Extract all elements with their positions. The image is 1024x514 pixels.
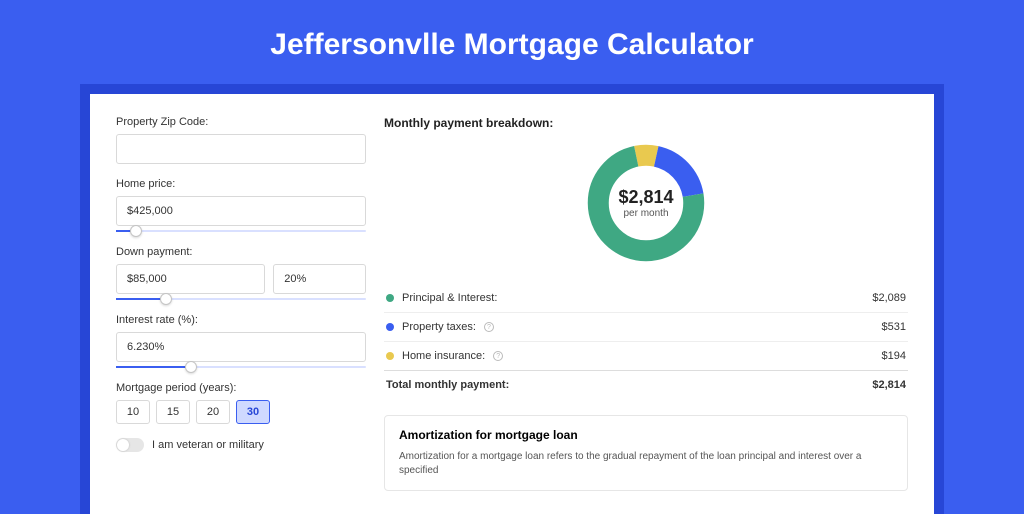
down-payment-slider-thumb[interactable] [160,293,172,305]
period-option-15[interactable]: 15 [156,400,190,424]
breakdown-value-ins: $194 [882,350,906,362]
veteran-label: I am veteran or military [152,439,264,451]
breakdown-row-pi: Principal & Interest: $2,089 [384,284,908,312]
content-band: Property Zip Code: Home price: Down paym… [80,84,944,514]
legend-dot-tax [386,323,394,331]
period-field: Mortgage period (years): 10152030 [116,382,366,424]
zip-label: Property Zip Code: [116,116,366,128]
home-price-label: Home price: [116,178,366,190]
home-price-field: Home price: [116,178,366,232]
info-icon[interactable]: ? [493,351,503,361]
donut-sub: per month [623,208,668,219]
down-payment-amount-input[interactable] [116,264,265,294]
breakdown-label-pi: Principal & Interest: [402,292,497,304]
interest-label: Interest rate (%): [116,314,366,326]
zip-field: Property Zip Code: [116,116,366,164]
breakdown-row-ins: Home insurance:? $194 [384,341,908,370]
down-payment-label: Down payment: [116,246,366,258]
period-option-10[interactable]: 10 [116,400,150,424]
veteran-toggle[interactable] [116,438,144,452]
breakdown-title: Monthly payment breakdown: [384,116,908,130]
home-price-slider[interactable] [116,230,366,232]
down-payment-slider[interactable] [116,298,366,300]
breakdown-row-tax: Property taxes:? $531 [384,312,908,341]
info-icon[interactable]: ? [484,322,494,332]
breakdown-value-tax: $531 [882,321,906,333]
interest-input[interactable] [116,332,366,362]
period-option-20[interactable]: 20 [196,400,230,424]
breakdown-column: Monthly payment breakdown: $2,814 per mo… [384,116,908,514]
breakdown-label-ins: Home insurance: [402,350,485,362]
breakdown-rows: Principal & Interest: $2,089 Property taxe… [384,284,908,370]
interest-slider-thumb[interactable] [185,361,197,373]
interest-slider-fill [116,366,191,368]
period-option-30[interactable]: 30 [236,400,270,424]
page-title: Jeffersonvlle Mortgage Calculator [0,0,1024,84]
down-payment-field: Down payment: [116,246,366,300]
amortization-title: Amortization for mortgage loan [399,428,893,442]
breakdown-value-pi: $2,089 [872,292,906,304]
veteran-toggle-knob [117,439,129,451]
breakdown-label-tax: Property taxes: [402,321,476,333]
calculator-panel: Property Zip Code: Home price: Down paym… [90,94,934,514]
down-payment-pct-input[interactable] [273,264,366,294]
home-price-slider-thumb[interactable] [130,225,142,237]
amortization-text: Amortization for a mortgage loan refers … [399,450,893,478]
zip-input[interactable] [116,134,366,164]
legend-dot-ins [386,352,394,360]
period-label: Mortgage period (years): [116,382,366,394]
home-price-input[interactable] [116,196,366,226]
legend-dot-pi [386,294,394,302]
breakdown-total-value: $2,814 [872,379,906,391]
donut-center: $2,814 per month [583,140,709,266]
donut-chart: $2,814 per month [583,140,709,266]
donut-chart-container: $2,814 per month [384,140,908,266]
donut-amount: $2,814 [618,187,673,208]
interest-field: Interest rate (%): [116,314,366,368]
period-options: 10152030 [116,400,366,424]
form-column: Property Zip Code: Home price: Down paym… [116,116,366,514]
breakdown-total-row: Total monthly payment: $2,814 [384,370,908,399]
down-payment-slider-fill [116,298,166,300]
breakdown-total-label: Total monthly payment: [386,379,509,391]
amortization-card: Amortization for mortgage loan Amortizat… [384,415,908,491]
veteran-row: I am veteran or military [116,438,366,452]
interest-slider[interactable] [116,366,366,368]
